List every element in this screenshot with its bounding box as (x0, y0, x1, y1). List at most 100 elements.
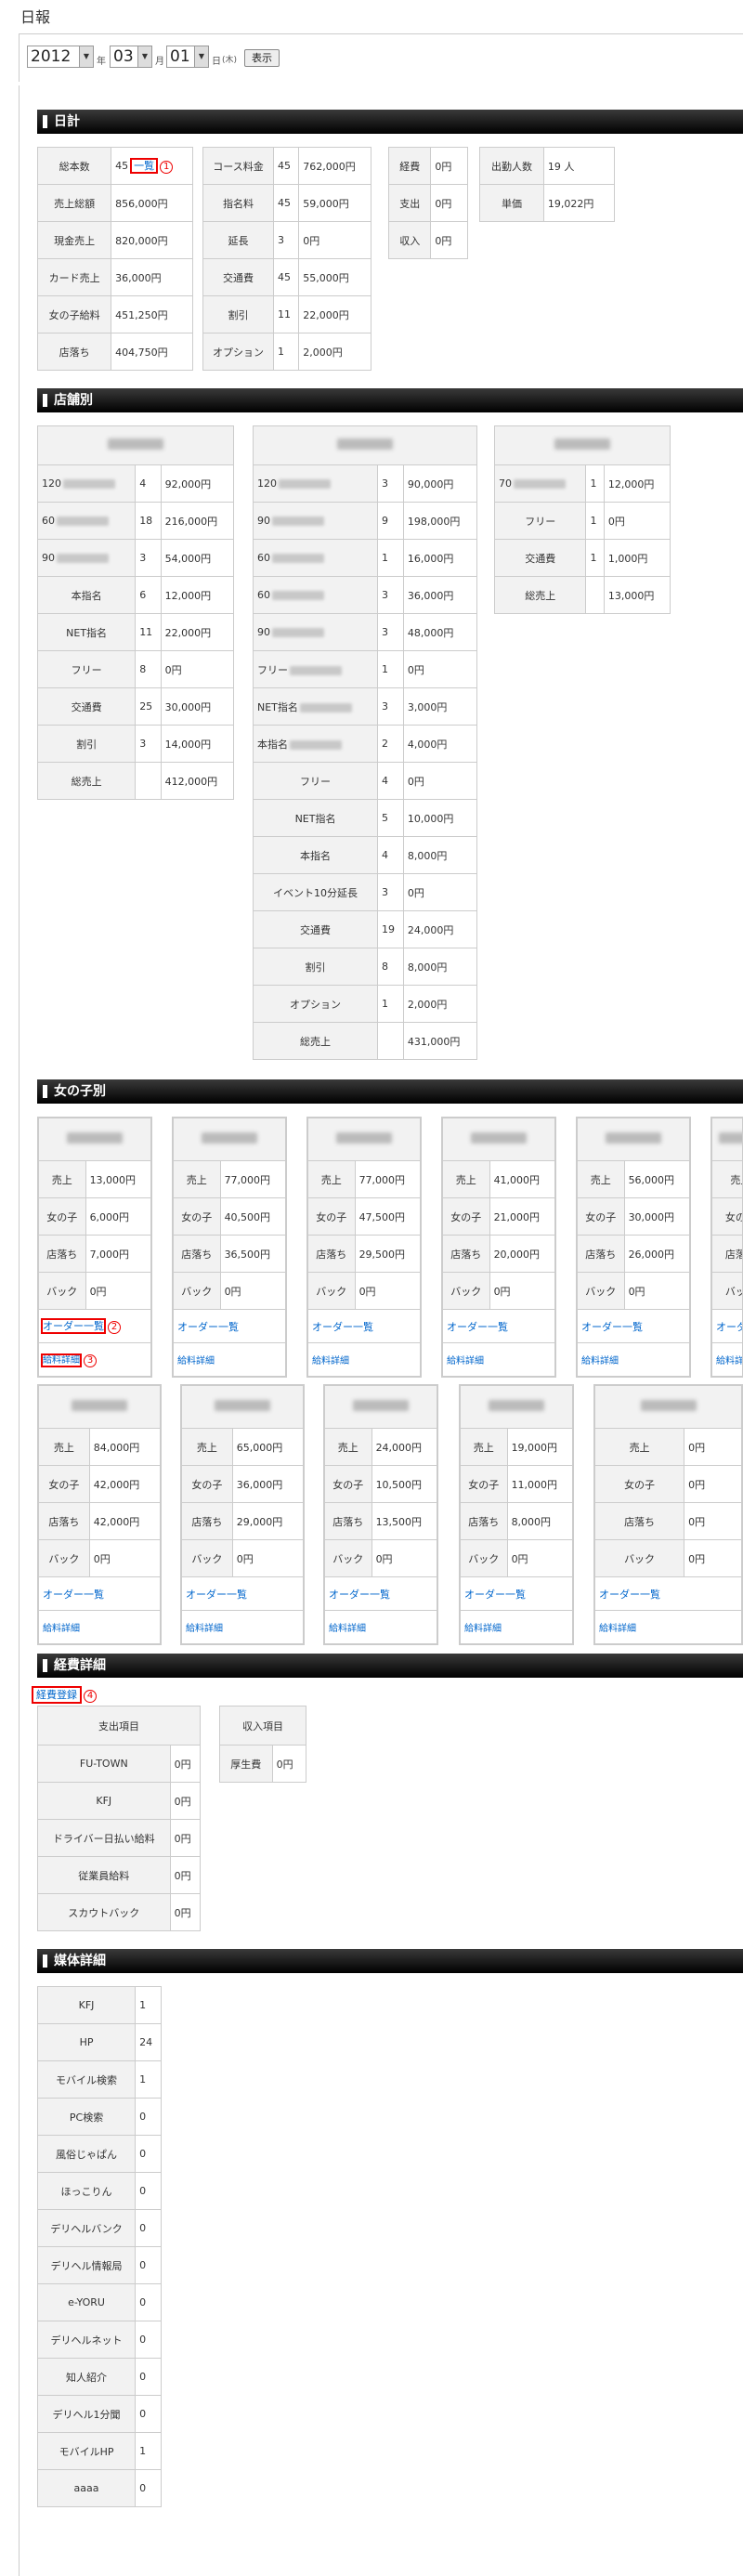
salary-detail-link[interactable]: 給料詳細 (41, 1353, 82, 1367)
girl-card-header (594, 1385, 742, 1429)
girl-back-label: バック (38, 1272, 86, 1310)
month-unit: 月 (155, 57, 164, 67)
list-link[interactable]: 一覧 (130, 158, 159, 174)
store-row-value: 36,000円 (402, 576, 478, 614)
order-list-link[interactable]: オーダー一覧 (599, 1589, 660, 1601)
girl-card: 売上 41,000円 女の子 21,000円 店落ち 20,000円 バック 0円 オーダー一覧… (441, 1117, 556, 1378)
store-row: 総売上 412,000円 (36, 762, 235, 800)
girl-name (594, 1385, 742, 1429)
store-row-value: 22,000円 (160, 613, 235, 651)
expense-row: 支出 0円 (387, 184, 468, 222)
girl-store-row: 店落ち 29,500円 (307, 1235, 422, 1273)
store-row-count: 1 (585, 464, 605, 503)
girl-orders-cell: オーダー一覧 (577, 1309, 690, 1343)
salary-detail-link[interactable]: 給料詳細 (177, 1356, 215, 1366)
store-row-value: 16,000円 (402, 539, 478, 577)
store-row-label: 割引 (36, 725, 137, 763)
order-list-link[interactable]: オーダー一覧 (581, 1321, 643, 1333)
course-count: 45 (272, 184, 300, 222)
order-list-link[interactable]: オーダー一覧 (312, 1321, 373, 1333)
girl-card-header (181, 1385, 304, 1429)
store-row: 交通費 19 24,000円 (252, 910, 478, 948)
store-row-label: 総売上 (493, 576, 587, 614)
girl-girl-value: 36,000円 (231, 1465, 305, 1503)
girl-card: 売上 77,000円 女の子 47,500円 店落ち 29,500円 バック 0円 オーダー一覧… (306, 1117, 422, 1378)
order-list-link[interactable]: オーダー一覧 (464, 1589, 526, 1601)
girl-sales-value: 41,000円 (489, 1160, 556, 1198)
expense-row: 収入 0円 (387, 221, 468, 259)
store-row-value: 1,000円 (603, 539, 671, 577)
store-row-label: 70 (493, 464, 587, 503)
salary-detail-link[interactable]: 給料詳細 (581, 1356, 619, 1366)
order-list-link[interactable]: オーダー一覧 (41, 1318, 106, 1334)
salary-detail-link[interactable]: 給料詳細 (186, 1624, 223, 1634)
salary-detail-link[interactable]: 給料詳細 (43, 1624, 80, 1634)
expense-register-link[interactable]: 経費登録 (32, 1686, 82, 1704)
girl-sales-value: 19,000円 (506, 1428, 574, 1466)
girl-sales-row: 売上 (711, 1160, 742, 1198)
girl-girl-row: 女の子 42,000円 (38, 1465, 162, 1503)
salary-detail-link[interactable]: 給料詳細 (464, 1624, 502, 1634)
order-list-link[interactable]: オーダー一覧 (43, 1589, 104, 1601)
store-row-label: NET指名 (252, 799, 379, 837)
media-value: 0 (135, 2321, 162, 2359)
month-select[interactable]: 03 ▼ (110, 46, 152, 68)
salary-detail-link[interactable]: 給料詳細 (599, 1624, 636, 1634)
girl-store-label: 店落ち (711, 1235, 742, 1273)
girl-card-header (38, 1385, 161, 1429)
girl-girl-row: 女の子 21,000円 (442, 1197, 556, 1236)
girl-card-header (711, 1118, 742, 1161)
daily-value-text: 451,250円 (115, 308, 168, 321)
store-row-value: 0円 (402, 650, 478, 688)
girl-orders-row: オーダー一覧 (307, 1309, 421, 1343)
girl-store-row: 店落ち 20,000円 (442, 1235, 556, 1273)
year-select[interactable]: 2012 ▼ (27, 46, 94, 68)
store-row-count: 11 (135, 613, 162, 651)
girl-store-value: 7,000円 (85, 1235, 152, 1273)
girl-sales-label: 売上 (711, 1160, 742, 1198)
store-row: フリー 8 0円 (36, 650, 235, 688)
girl-salary-row: 給料詳細 (594, 1610, 742, 1644)
store-row: 割引 3 14,000円 (36, 725, 235, 763)
girl-salary-cell: 給料詳細 (173, 1342, 286, 1377)
store-row-count: 3 (377, 613, 404, 651)
store-row-label: 120 (36, 464, 137, 503)
media-value: 0 (135, 2209, 162, 2247)
store-row-count: 19 (377, 910, 404, 948)
day-select[interactable]: 01 ▼ (166, 46, 209, 68)
order-list-link[interactable]: オーダー一覧 (447, 1321, 508, 1333)
store-row: 90 3 48,000円 (252, 613, 478, 651)
expense-in-label: 厚生費 (219, 1745, 273, 1783)
section-media-header: 媒体詳細 (37, 1949, 743, 1973)
salary-detail-link[interactable]: 給料詳細 (312, 1356, 349, 1366)
salary-detail-link[interactable]: 給料詳細 (716, 1356, 742, 1366)
girl-sales-value: 0円 (684, 1428, 742, 1466)
order-list-link[interactable]: オーダー一覧 (177, 1321, 239, 1333)
order-list-link[interactable]: オーダー一覧 (186, 1589, 247, 1601)
media-value: 0 (135, 2098, 162, 2136)
expense-out-row: ドライバー日払い給料 0円 (37, 1819, 202, 1857)
girl-back-value: 0円 (219, 1272, 287, 1310)
salary-detail-link[interactable]: 給料詳細 (447, 1356, 484, 1366)
store-table-3: 70 1 12,000円 フリー 1 0円 交通費 1 1,000円 総売上 13,000円 (493, 425, 671, 614)
girl-salary-row: 給料詳細 (307, 1342, 421, 1377)
girl-back-value: 0円 (88, 1539, 162, 1577)
media-value: 0 (135, 2395, 162, 2433)
girl-store-label: 店落ち (460, 1502, 508, 1540)
girl-salary-row: 給料詳細 (181, 1610, 304, 1644)
course-label: 延長 (202, 221, 274, 259)
girl-back-label: バック (577, 1272, 625, 1310)
order-list-link[interactable]: オーダー一覧 (329, 1589, 390, 1601)
girl-name-redacted (353, 1400, 409, 1411)
store-row-count: 9 (377, 502, 404, 540)
store-row: 60 18 216,000円 (36, 502, 235, 540)
girl-orders-row: オーダー一覧 (442, 1309, 555, 1343)
store-row: 60 3 36,000円 (252, 576, 478, 614)
girl-store-label: 店落ち (324, 1502, 372, 1540)
show-button[interactable]: 表示 (244, 49, 280, 67)
store-name-header (494, 425, 671, 465)
girl-store-row: 店落ち 42,000円 (38, 1502, 162, 1540)
order-list-link[interactable]: オーダー一覧 (716, 1321, 742, 1333)
salary-detail-link[interactable]: 給料詳細 (329, 1624, 366, 1634)
course-row: 割引 11 22,000円 (202, 295, 372, 333)
